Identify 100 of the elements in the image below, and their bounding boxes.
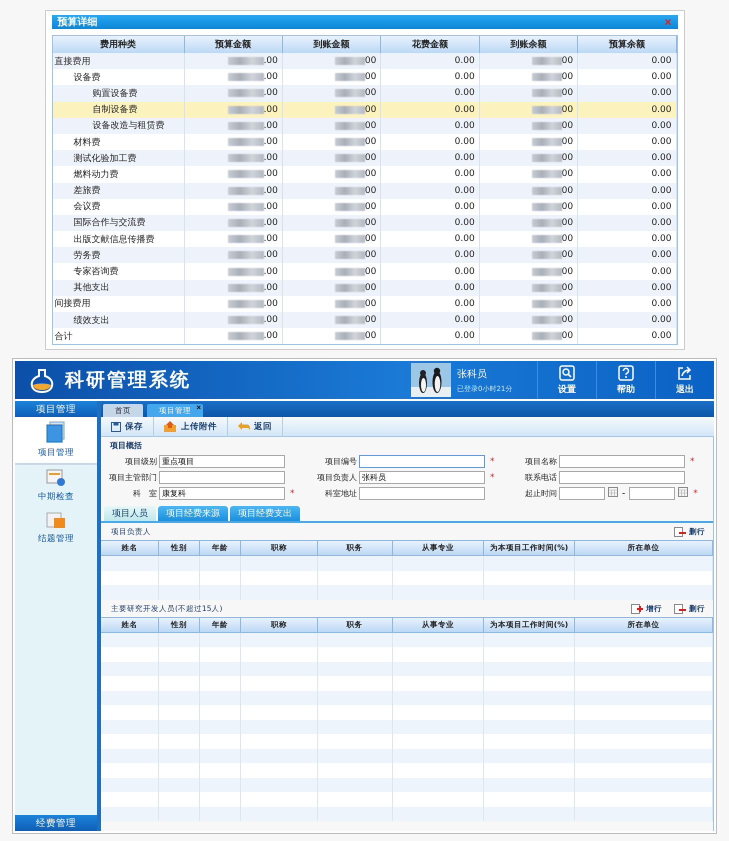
redacted-mark bbox=[228, 186, 264, 195]
category-cell[interactable]: 自制设备费 bbox=[52, 102, 184, 118]
redacted-mark bbox=[334, 122, 365, 130]
redacted-mark bbox=[228, 170, 264, 178]
folder-icon bbox=[46, 421, 66, 443]
table-cell bbox=[158, 676, 200, 690]
amount-cell: 0.00 bbox=[381, 102, 480, 118]
range-separator: - bbox=[622, 488, 626, 498]
table-cell bbox=[158, 647, 200, 662]
table-cell bbox=[158, 662, 200, 676]
table-cell bbox=[158, 556, 200, 570]
redacted-mark bbox=[334, 73, 365, 82]
amount-cell: 00 bbox=[480, 280, 578, 296]
date-field[interactable] bbox=[559, 487, 605, 500]
category-cell[interactable]: 国际合作与交流费 bbox=[52, 214, 184, 232]
share-icon bbox=[677, 364, 693, 380]
category-cell[interactable]: 购置设备费 bbox=[52, 85, 184, 102]
table-cell bbox=[200, 570, 242, 585]
redacted-mark bbox=[532, 316, 562, 324]
calendar-icon[interactable] bbox=[608, 487, 618, 497]
amount-cell: 00 bbox=[480, 312, 578, 328]
amount-cell: 0.00 bbox=[381, 198, 480, 215]
header-button[interactable]: 帮助 bbox=[596, 361, 655, 399]
input-field[interactable] bbox=[359, 487, 485, 500]
amount-cell: 00 bbox=[282, 198, 382, 215]
category-cell[interactable]: 劳务费 bbox=[52, 247, 184, 264]
redacted-mark bbox=[228, 332, 264, 340]
table-cell bbox=[101, 676, 159, 690]
column-header: 到账金额 bbox=[282, 36, 382, 53]
amount-cell: .00 bbox=[184, 328, 283, 344]
calendar-icon[interactable] bbox=[678, 487, 688, 497]
required-mark: * bbox=[490, 456, 494, 466]
field-label: 项目级别 bbox=[124, 456, 158, 467]
input-field[interactable] bbox=[559, 455, 685, 468]
amount-cell: 00 bbox=[480, 102, 578, 118]
amount-cell: 00 bbox=[282, 247, 382, 264]
table-cell bbox=[200, 705, 242, 720]
redacted-mark bbox=[532, 235, 562, 244]
table-cell bbox=[200, 647, 242, 662]
table-cell bbox=[200, 632, 242, 647]
amount-cell: 0.00 bbox=[578, 182, 676, 199]
amount-cell: .00 bbox=[184, 85, 283, 102]
table-cell bbox=[200, 585, 242, 600]
category-cell[interactable]: 差旅费 bbox=[52, 182, 184, 199]
sidebar-item[interactable]: 结题管理 bbox=[15, 507, 97, 549]
category-cell[interactable]: 直接费用 bbox=[52, 53, 184, 70]
category-cell[interactable]: 会议费 bbox=[52, 198, 184, 215]
input-field[interactable] bbox=[159, 471, 285, 484]
dialog-title: 预算详细 bbox=[58, 15, 98, 29]
amount-cell: 00 bbox=[282, 214, 382, 232]
input-field[interactable]: 康复科 bbox=[159, 487, 285, 500]
sidebar-footer[interactable]: 经费管理 bbox=[15, 815, 97, 831]
amount-cell: 0.00 bbox=[381, 118, 480, 134]
upload-icon bbox=[164, 421, 177, 432]
input-field[interactable]: 张科员 bbox=[359, 471, 485, 484]
category-cell[interactable]: 设备改造与租赁费 bbox=[52, 118, 184, 134]
field-label: 科室地址 bbox=[324, 488, 358, 499]
category-cell[interactable]: 设备费 bbox=[52, 69, 184, 86]
user-name: 张科员 bbox=[457, 368, 488, 380]
input-field[interactable] bbox=[559, 471, 685, 484]
amount-cell: .00 bbox=[184, 247, 283, 264]
amount-cell: 00 bbox=[480, 182, 578, 199]
category-cell[interactable]: 出版文献信息传播费 bbox=[52, 231, 184, 248]
redacted-mark bbox=[532, 122, 562, 130]
category-cell[interactable]: 间接费用 bbox=[52, 296, 184, 312]
table-cell bbox=[158, 585, 200, 600]
section-title: 项目概括 bbox=[108, 440, 143, 451]
redacted-mark bbox=[532, 218, 562, 227]
amount-cell: 00 bbox=[282, 231, 382, 248]
category-cell[interactable]: 测试化验加工费 bbox=[52, 150, 184, 166]
redacted-mark bbox=[228, 106, 264, 114]
sidebar-item[interactable]: 项目管理 bbox=[15, 417, 97, 465]
amount-cell: 0.00 bbox=[578, 312, 676, 328]
category-cell[interactable]: 绩效支出 bbox=[52, 312, 184, 328]
input-field[interactable]: 重点项目 bbox=[159, 455, 285, 468]
category-cell[interactable]: 合计 bbox=[52, 328, 184, 344]
input-field[interactable] bbox=[359, 455, 485, 468]
amount-cell: 00 bbox=[480, 85, 578, 102]
redacted-mark bbox=[334, 332, 365, 340]
amount-cell: 00 bbox=[480, 247, 578, 264]
amount-cell: 0.00 bbox=[578, 69, 676, 86]
sidebar-item[interactable]: 中期检查 bbox=[15, 465, 97, 507]
table-cell bbox=[200, 734, 242, 748]
redacted-mark bbox=[228, 235, 264, 244]
redacted-mark bbox=[228, 316, 264, 324]
header-button[interactable]: 退出 bbox=[655, 361, 714, 399]
redacted-mark bbox=[334, 57, 365, 66]
category-cell[interactable]: 其他支出 bbox=[52, 280, 184, 296]
date-field[interactable] bbox=[629, 487, 676, 500]
amount-cell: 0.00 bbox=[578, 53, 676, 70]
redacted-mark bbox=[228, 284, 264, 292]
column-header: 到账余额 bbox=[480, 36, 578, 53]
amount-cell: 0.00 bbox=[381, 214, 480, 232]
tab-close-button[interactable]: × bbox=[196, 403, 201, 412]
amount-cell: 0.00 bbox=[578, 85, 676, 102]
amount-cell: .00 bbox=[184, 166, 283, 182]
section-tab[interactable]: 项目人员 bbox=[104, 506, 156, 521]
amount-cell: .00 bbox=[184, 198, 283, 215]
header-button[interactable]: 设置 bbox=[537, 361, 596, 399]
flask-logo-icon bbox=[29, 367, 55, 393]
